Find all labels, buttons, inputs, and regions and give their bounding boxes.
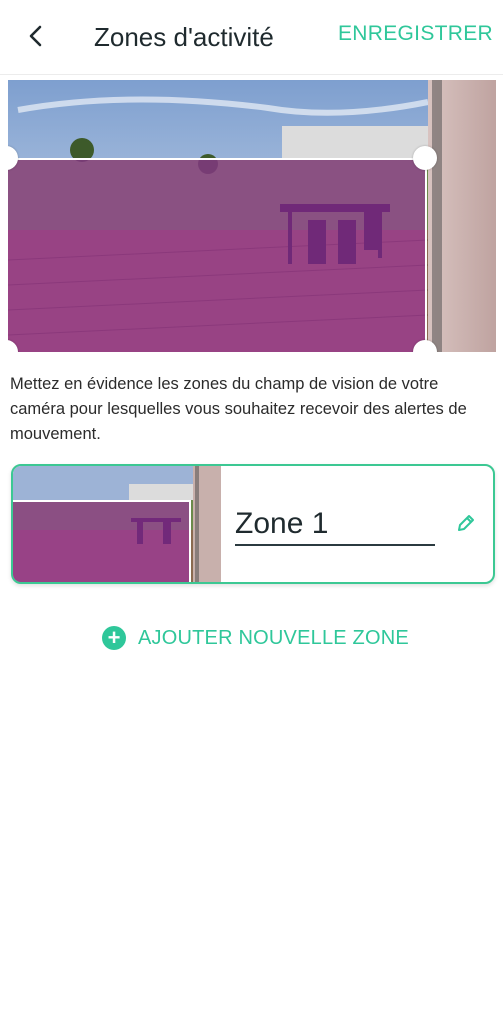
zone-thumbnail	[13, 466, 221, 582]
edit-zone-name-button[interactable]	[455, 512, 477, 534]
zone-handle-top-right[interactable]	[413, 146, 437, 170]
plus-circle-icon: +	[102, 626, 126, 650]
zone-card[interactable]	[11, 464, 495, 584]
back-button[interactable]	[20, 20, 52, 52]
camera-preview	[8, 80, 496, 352]
zone-name-input[interactable]	[235, 504, 435, 546]
pencil-icon	[458, 515, 474, 531]
zone-thumbnail-overlay	[13, 500, 191, 582]
page-title: Zones d'activité	[94, 22, 274, 52]
save-button[interactable]: ENREGISTRER	[338, 22, 493, 46]
app-header: Zones d'activité ENREGISTRER	[0, 0, 503, 75]
add-zone-label: AJOUTER NOUVELLE ZONE	[138, 626, 409, 649]
add-zone-button[interactable]: + AJOUTER NOUVELLE ZONE	[102, 626, 409, 650]
instructions-text: Mettez en évidence les zones du champ de…	[10, 375, 467, 443]
activity-zone-area[interactable]	[8, 158, 427, 352]
chevron-left-icon	[29, 25, 42, 47]
